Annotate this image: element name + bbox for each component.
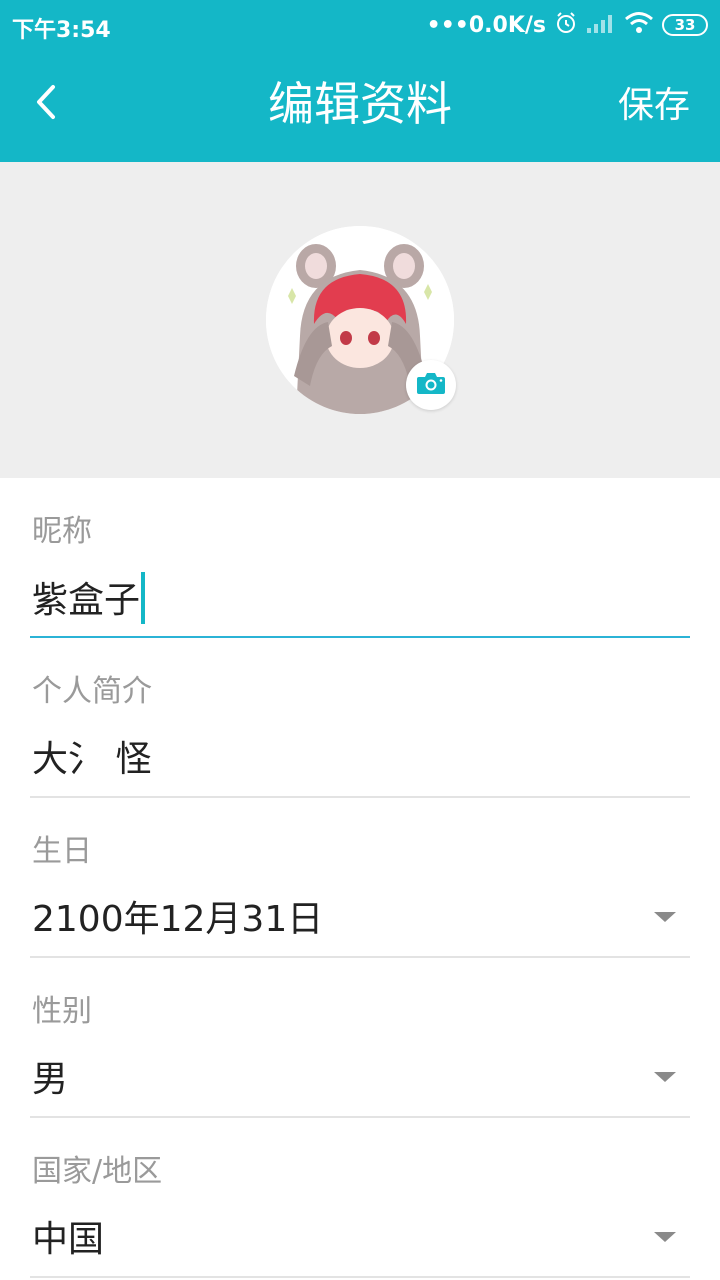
gender-select[interactable]: 男 [32, 1056, 68, 1104]
dropdown-arrow-icon[interactable] [654, 912, 676, 922]
birthday-field[interactable]: 生日 2100年12月31日 [30, 798, 690, 958]
network-speed: •••0.0K/s [426, 12, 546, 38]
birthday-label: 生日 [32, 834, 92, 869]
bio-field[interactable]: 个人简介 大氵 怪 [30, 638, 690, 798]
nickname-input[interactable]: 紫盒子 [32, 580, 140, 621]
nickname-label: 昵称 [32, 514, 92, 549]
alarm-icon [554, 11, 578, 39]
battery-icon: 33 [662, 14, 708, 36]
avatar-section [0, 162, 720, 478]
change-avatar-button[interactable] [406, 360, 456, 410]
gender-label: 性别 [32, 994, 92, 1029]
app-bar: 编辑资料 保存 [0, 50, 720, 162]
camera-icon [416, 371, 446, 399]
status-icons: •••0.0K/s 33 [427, 10, 708, 40]
nickname-field[interactable]: 昵称 紫盒子 [30, 478, 690, 638]
status-bar: 下午3:54 •••0.0K/s 33 [0, 0, 720, 50]
gender-field[interactable]: 性别 男 [30, 958, 690, 1118]
status-time: 下午3:54 [12, 18, 111, 43]
region-field[interactable]: 国家/地区 中国 [30, 1118, 690, 1278]
wifi-icon [624, 11, 654, 39]
dropdown-arrow-icon[interactable] [654, 1072, 676, 1082]
text-cursor [141, 572, 146, 624]
signal-icon [586, 12, 616, 38]
save-button[interactable]: 保存 [618, 84, 690, 128]
bio-label: 个人简介 [32, 674, 152, 709]
dropdown-arrow-icon[interactable] [654, 1232, 676, 1242]
bio-input[interactable]: 大氵 怪 [32, 736, 151, 784]
birthday-select[interactable]: 2100年12月31日 [32, 896, 323, 944]
profile-form: 昵称 紫盒子 个人简介 大氵 怪 生日 2100年12月31日 性别 男 国家/… [30, 478, 690, 1278]
region-label: 国家/地区 [32, 1154, 163, 1189]
nickname-input-wrapper[interactable]: 紫盒子 [32, 572, 146, 628]
page-title: 编辑资料 [268, 77, 452, 131]
region-select[interactable]: 中国 [32, 1216, 104, 1264]
